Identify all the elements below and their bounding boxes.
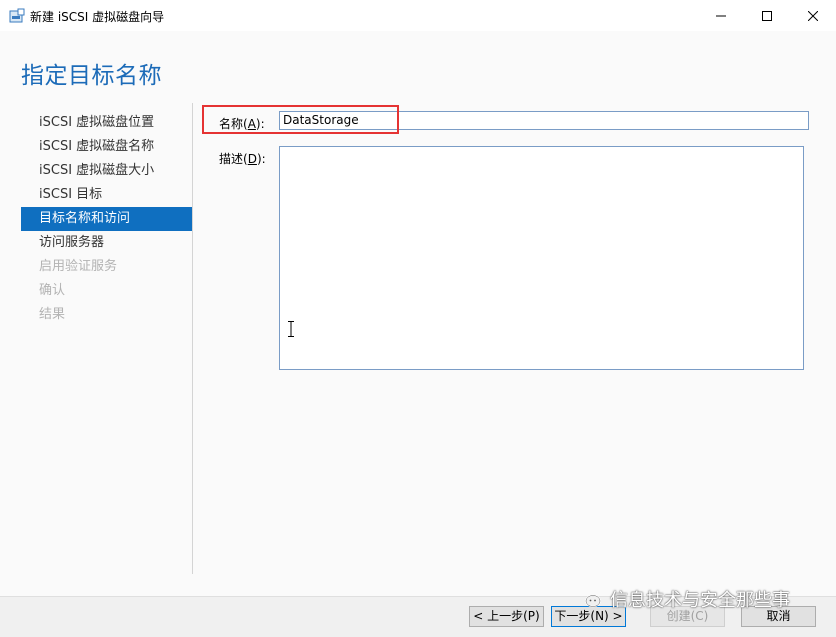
nav-step-disk-name[interactable]: iSCSI 虚拟磁盘名称 (21, 135, 192, 159)
maximize-icon (762, 10, 772, 21)
minimize-icon (716, 15, 726, 16)
wechat-logo-icon (585, 594, 601, 608)
close-button[interactable] (790, 0, 836, 31)
nav-step-target-name-access[interactable]: 目标名称和访问 (21, 207, 192, 231)
nav-step-confirm: 确认 (39, 283, 66, 298)
nav-step-iscsi-target[interactable]: iSCSI 目标 (21, 183, 192, 207)
description-textarea[interactable] (279, 146, 804, 370)
page-title: 指定目标名称 (21, 63, 162, 89)
nav-step-disk-size[interactable]: iSCSI 虚拟磁盘大小 (21, 159, 192, 183)
minimize-button[interactable] (698, 0, 744, 31)
nav-step-access-servers[interactable]: 访问服务器 (21, 231, 192, 255)
close-icon (808, 10, 818, 21)
maximize-button[interactable] (744, 0, 790, 31)
description-label: 描述(D): (219, 152, 266, 166)
text-cursor-icon (288, 321, 294, 337)
title-bar: 新建 iSCSI 虚拟磁盘向导 (0, 0, 836, 31)
wizard-steps-nav: iSCSI 虚拟磁盘位置 iSCSI 虚拟磁盘名称 iSCSI 虚拟磁盘大小 i… (21, 111, 192, 327)
nav-step-enable-auth: 启用验证服务 (39, 259, 118, 274)
app-icon (9, 8, 25, 23)
window-title: 新建 iSCSI 虚拟磁盘向导 (30, 10, 165, 24)
wizard-content: 指定目标名称 iSCSI 虚拟磁盘位置 iSCSI 虚拟磁盘名称 iSCSI 虚… (0, 31, 836, 596)
watermark-text: 信息技术与安全那些事 (610, 590, 790, 611)
nav-step-disk-location[interactable]: iSCSI 虚拟磁盘位置 (21, 111, 192, 135)
previous-button[interactable]: < 上一步(P) (469, 606, 544, 627)
nav-divider (192, 103, 193, 574)
highlight-box (202, 105, 399, 134)
nav-step-results: 结果 (39, 307, 66, 322)
